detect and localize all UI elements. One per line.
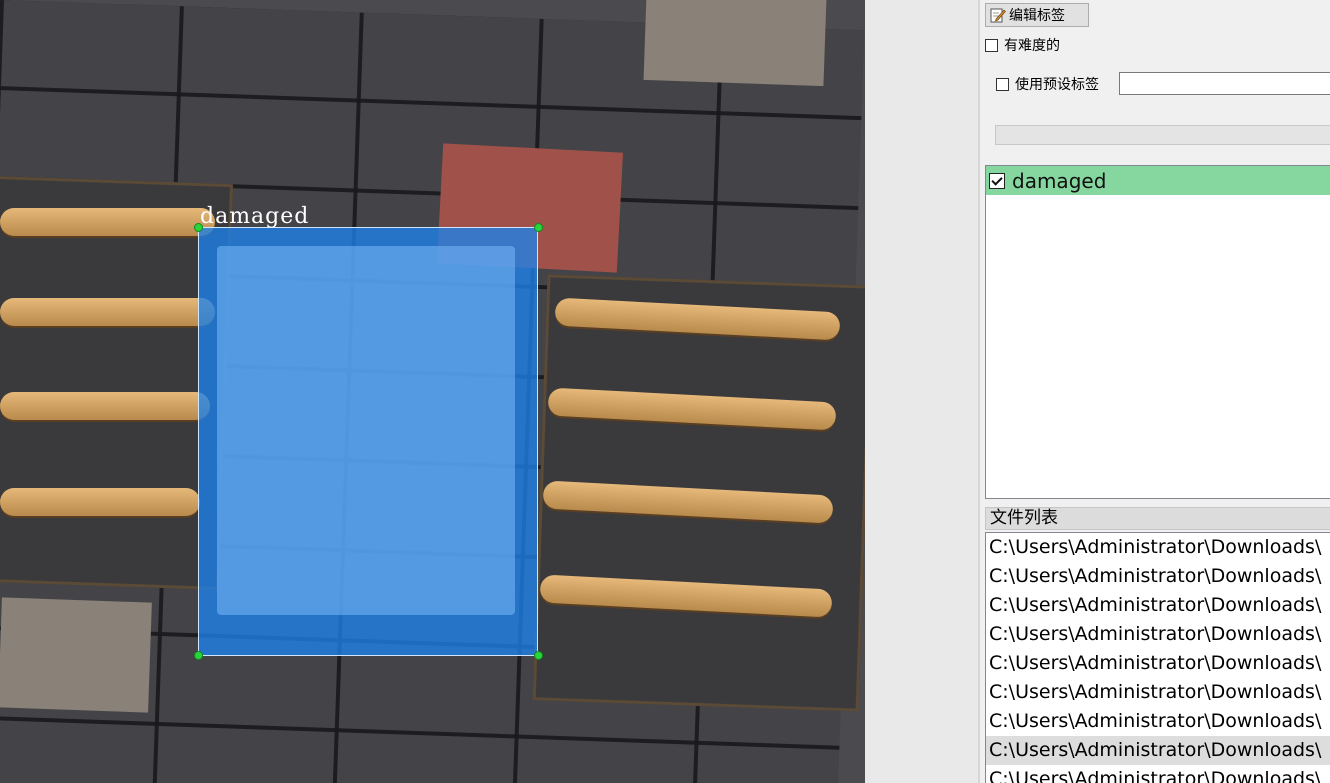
file-list-item[interactable]: C:\Users\Administrator\Downloads\ [986,591,1330,620]
use-default-label-text: 使用预设标签 [1015,77,1099,93]
photo-tactile-bar [0,488,200,516]
canvas-margin [865,0,980,783]
file-list-item[interactable]: C:\Users\Administrator\Downloads\ [986,562,1330,591]
label-item-checkbox[interactable] [989,172,1005,189]
annotation-bounding-box[interactable] [198,227,538,656]
progress-bar [995,125,1330,145]
label-list-item[interactable]: damaged [986,166,1330,195]
image-canvas[interactable]: damaged [0,0,865,783]
use-default-label-row[interactable]: 使用预设标签 [996,74,1099,94]
file-list-item[interactable]: C:\Users\Administrator\Downloads\ [986,533,1330,562]
file-list-item[interactable]: C:\Users\Administrator\Downloads\ [986,707,1330,736]
use-default-label-checkbox[interactable] [996,77,1009,91]
photo-tactile-bar [0,298,215,326]
file-list-item[interactable]: C:\Users\Administrator\Downloads\ [986,678,1330,707]
file-list-title: 文件列表 [985,507,1330,530]
difficult-checkbox-row[interactable]: 有难度的 [985,35,1060,55]
photo-tactile-bar [0,208,215,236]
difficult-checkbox[interactable] [985,38,998,52]
bbox-vertex-top-right[interactable] [534,223,543,232]
label-panel: 编辑标签 有难度的 使用预设标签 damaged 文件列表 C:\Users\A… [980,0,1330,783]
photo-light-brick [643,0,827,87]
file-list-item[interactable]: C:\Users\Administrator\Downloads\ [986,765,1330,783]
photo-tactile-bar [0,392,210,420]
default-label-input[interactable] [1119,72,1330,95]
label-list[interactable]: damaged [985,165,1330,499]
file-list-item[interactable]: C:\Users\Administrator\Downloads\ [986,649,1330,678]
file-list-item-selected[interactable]: C:\Users\Administrator\Downloads\ [986,736,1330,765]
difficult-label: 有难度的 [1004,38,1060,54]
photo-damaged-tile [217,246,515,615]
label-item-text: damaged [1012,168,1107,193]
bbox-vertex-bottom-left[interactable] [194,651,203,660]
file-list-item[interactable]: C:\Users\Administrator\Downloads\ [986,620,1330,649]
edit-icon [990,8,1006,23]
bbox-vertex-bottom-right[interactable] [534,651,543,660]
edit-label-button[interactable]: 编辑标签 [985,3,1089,27]
file-list[interactable]: C:\Users\Administrator\Downloads\ C:\Use… [985,532,1330,783]
edit-label-button-text: 编辑标签 [1009,8,1065,24]
photo-light-brick [0,597,152,713]
annotation-label-text: damaged [200,204,310,229]
